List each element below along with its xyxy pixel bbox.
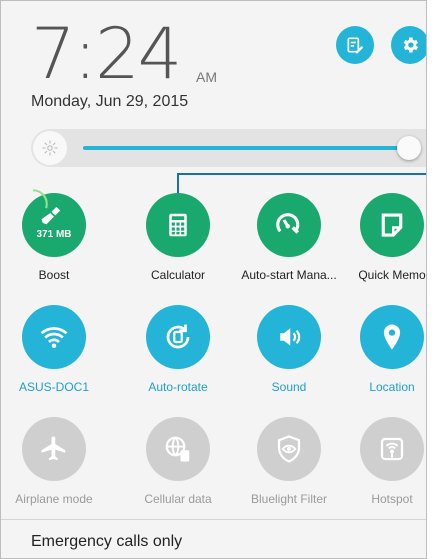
tile-button[interactable] [257, 305, 321, 369]
tile-cellular-data[interactable]: Cellular data [123, 417, 233, 506]
tile-button[interactable] [146, 305, 210, 369]
tile-label: Auto-rotate [148, 380, 208, 394]
brightness-slider[interactable] [31, 129, 426, 167]
tile-label: Boost [38, 268, 70, 282]
tile-button[interactable] [22, 305, 86, 369]
tile-sound[interactable]: Sound [234, 305, 344, 394]
calculator-icon [169, 213, 187, 237]
tile-button[interactable] [360, 305, 424, 369]
divider [1, 519, 426, 520]
clock-time: 7:24 [31, 13, 182, 95]
tile-label: Hotspot [371, 492, 413, 506]
tile-button[interactable] [22, 417, 86, 481]
date-label: Monday, Jun 29, 2015 [31, 93, 189, 110]
tile-label: Bluelight Filter [250, 492, 328, 506]
tile-hotspot[interactable]: Hotspot [337, 417, 426, 506]
tile-button[interactable] [146, 417, 210, 481]
tile-quick-memo[interactable]: Quick Memo [337, 193, 426, 282]
tile-button[interactable] [257, 193, 321, 257]
clock-ampm: AM [196, 69, 217, 85]
tile-label: Airplane mode [15, 492, 93, 506]
tile-label: Calculator [150, 268, 206, 282]
location-pin-icon [383, 324, 401, 350]
tile-label: Quick Memo [358, 268, 426, 282]
tile-label: Cellular data [144, 492, 212, 506]
tile-auto-rotate[interactable]: Auto-rotate [123, 305, 233, 394]
brightness-thumb[interactable] [397, 136, 421, 160]
speedometer-icon [276, 213, 300, 234]
tile-label: Sound [271, 380, 307, 394]
cellular-data-icon [165, 436, 190, 462]
tile-auto-start-mana[interactable]: Auto-start Mana... [234, 193, 344, 282]
gear-icon [403, 37, 418, 53]
eye-shield-icon [277, 435, 301, 463]
memory-badge: 371 MB [36, 229, 72, 240]
quick-settings-panel: 7:24 AM Monday, Jun 29, 2015 371 MB Boos… [0, 0, 427, 559]
tile-asus-doc1[interactable]: ASUS-DOC1 [1, 305, 109, 394]
hotspot-icon [380, 437, 404, 461]
airplane-icon [41, 436, 66, 461]
speaker-icon [280, 328, 301, 346]
tile-bluelight-filter[interactable]: Bluelight Filter [234, 417, 344, 506]
rotate-icon [166, 324, 190, 349]
tile-label: Auto-start Mana... [241, 268, 337, 282]
clock: 7:24 AM [31, 19, 217, 89]
wifi-icon [40, 327, 68, 348]
emergency-calls-label: Emergency calls only [31, 533, 183, 550]
tile-button[interactable] [146, 193, 210, 257]
tile-button[interactable]: 371 MB [18, 189, 86, 257]
tile-label: Location [369, 380, 415, 394]
tile-button[interactable] [257, 417, 321, 481]
tile-label: ASUS-DOC1 [18, 380, 89, 394]
memory-ring [18, 189, 48, 219]
memo-icon [381, 213, 403, 237]
settings-button[interactable] [391, 26, 426, 64]
tile-calculator[interactable]: Calculator [123, 193, 233, 282]
brightness-track [83, 146, 409, 150]
tile-boost[interactable]: 371 MB Boost [1, 189, 109, 282]
brightness-icon [33, 131, 67, 165]
edit-tiles-button[interactable] [336, 26, 374, 64]
tile-airplane-mode[interactable]: Airplane mode [1, 417, 109, 506]
edit-list-icon [347, 37, 364, 54]
tile-location[interactable]: Location [337, 305, 426, 394]
tile-button[interactable] [360, 193, 424, 257]
tile-button[interactable] [360, 417, 424, 481]
